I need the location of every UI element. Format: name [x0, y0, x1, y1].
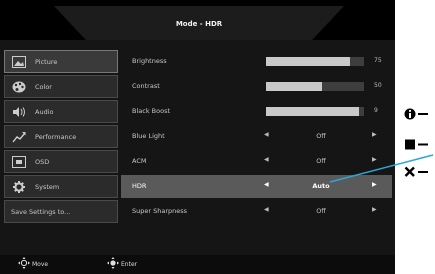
info-key-icon — [404, 108, 428, 120]
square-key-icon — [405, 139, 428, 150]
close-key-icon — [404, 166, 428, 177]
callout-overlay — [329, 154, 434, 183]
